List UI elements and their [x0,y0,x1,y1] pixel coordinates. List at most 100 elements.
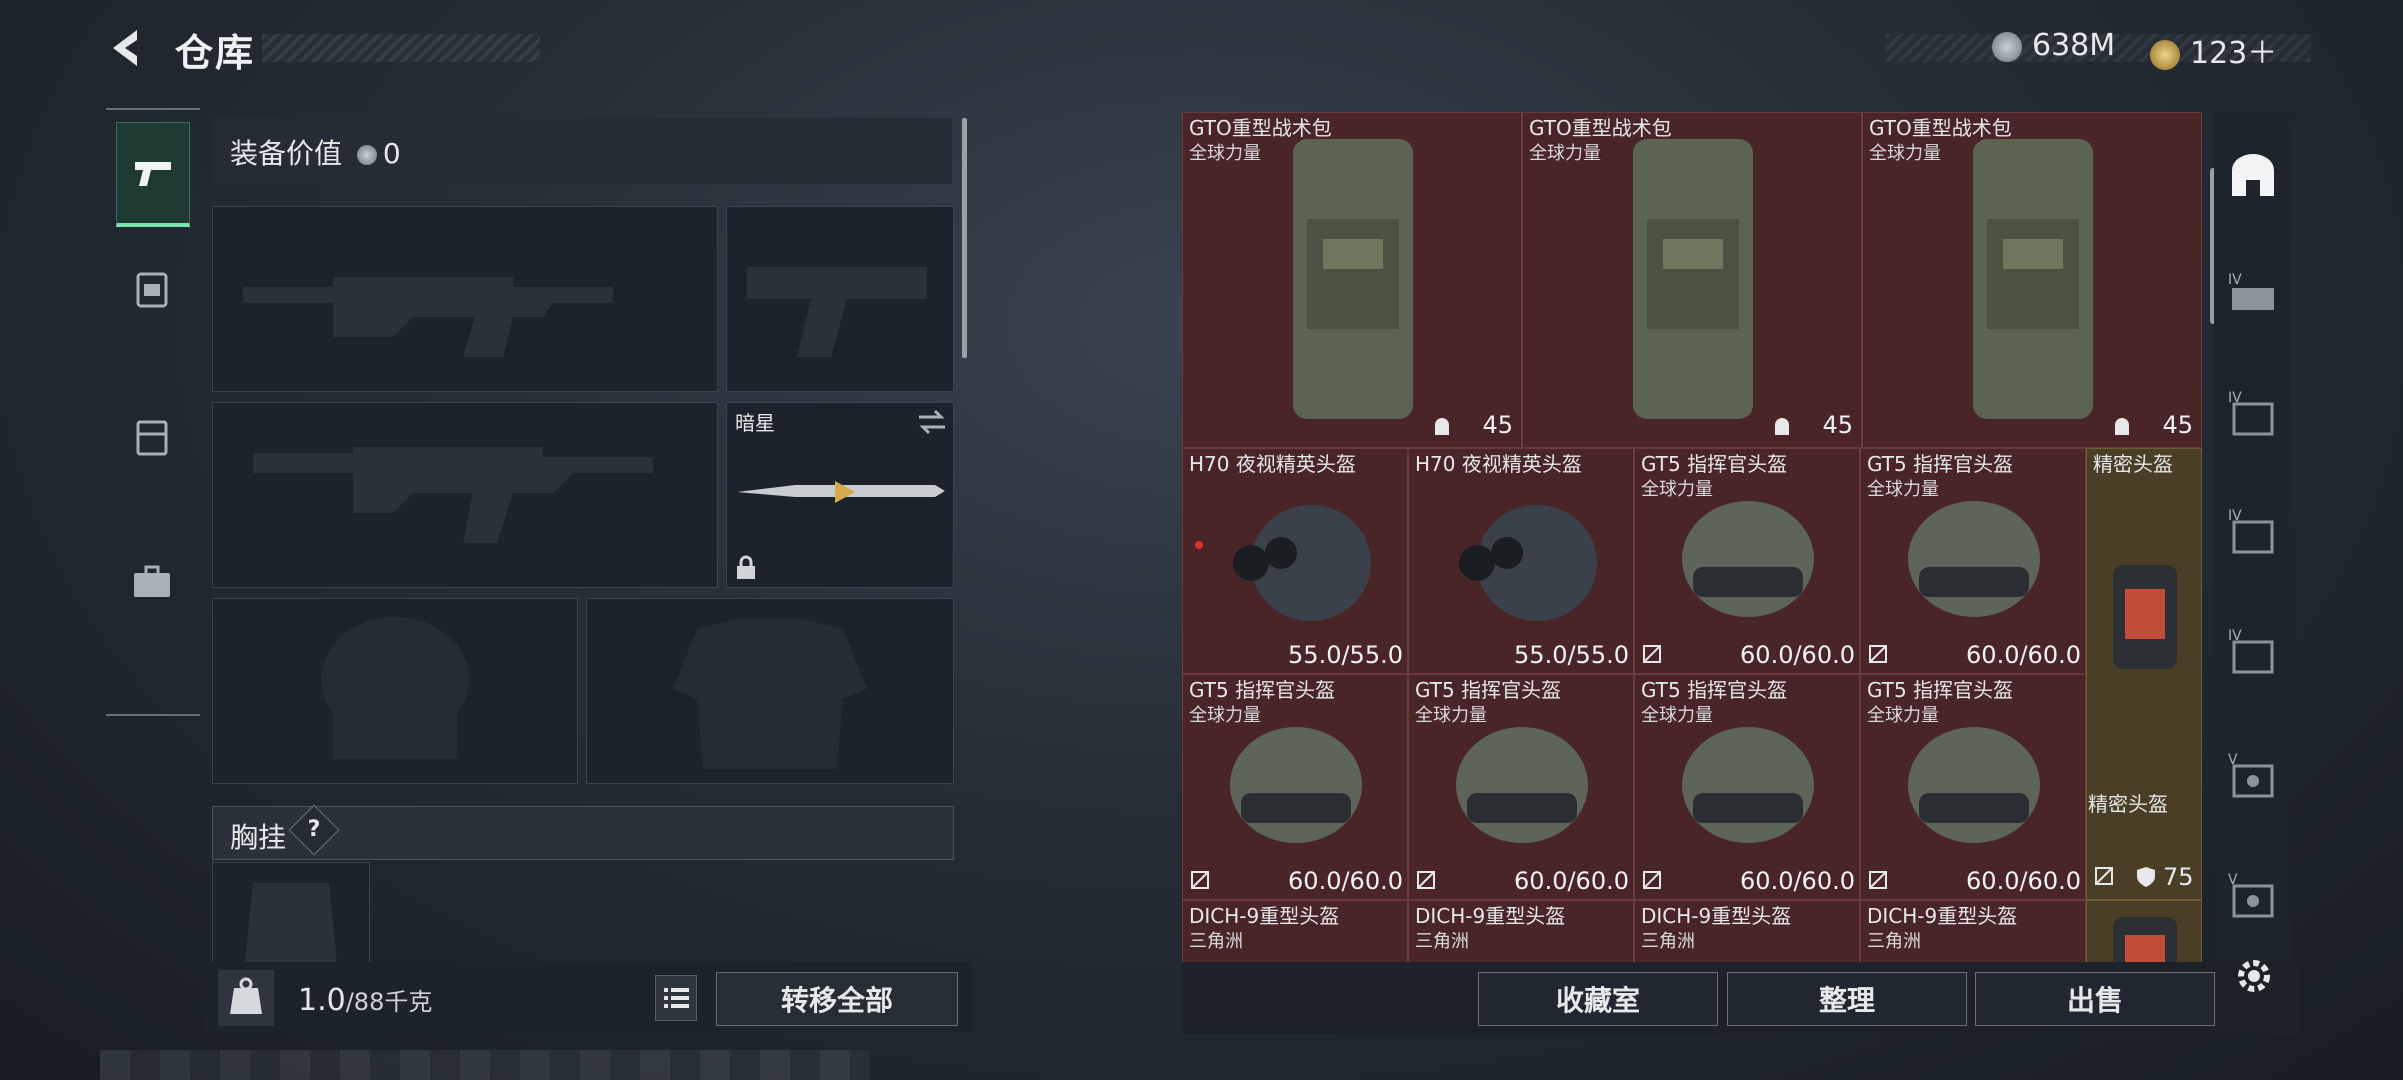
helmet-image-icon [1682,501,1814,617]
list-view-button[interactable] [655,975,697,1021]
secondary-weapon-slot[interactable] [726,206,954,392]
item-durability: 55.0/55.0 [1514,641,1629,669]
storage-item-backpack[interactable]: GTO重型战术包 全球力量 45 [1182,112,1522,448]
backpack-image-icon [1973,139,2093,419]
backpack-image-icon [1633,139,1753,419]
storage-item-backpack[interactable]: GTO重型战术包 全球力量 45 [1522,112,1862,448]
storage-item-helmet[interactable]: DICH-9重型头盔 三角洲 [1634,900,1860,964]
weight-icon [218,970,274,1026]
item-name: DICH-9重型头盔 [1189,904,1340,928]
melee-slot[interactable]: 暗星 [726,402,954,588]
nvg-helmet-image-icon [1459,505,1597,621]
item-faction: 全球力量 [1869,143,1941,164]
armor-slot[interactable] [586,598,954,784]
storage-item-helmet[interactable]: DICH-9重型头盔 三角洲 [1860,900,2086,964]
storage-tab-iv-2[interactable]: IV [2228,390,2278,440]
storage-item-helmet[interactable]: GT5 指挥官头盔 全球力量 60.0/60.0 [1860,448,2086,674]
item-durability: 60.0/60.0 [1966,867,2081,895]
item-name: DICH-9重型头盔 [1867,904,2018,928]
storage-tab-main[interactable] [2228,150,2278,200]
nvg-helmet-image-icon [1233,505,1371,621]
storage-tab-v-2[interactable]: V [2228,872,2278,922]
backpack-icon [136,272,168,308]
item-name: GT5 指挥官头盔 [1867,678,2014,702]
storage-item-helmet[interactable]: H70 夜视精英头盔 55.0/55.0 [1408,448,1634,674]
storage-tab-v-1[interactable]: V [2228,752,2278,802]
nav-tab-weapon[interactable] [116,122,190,227]
back-button[interactable] [105,26,145,70]
no-repair-icon [1643,871,1661,889]
item-capacity: 45 [1482,411,1513,439]
item-name: H70 夜视精英头盔 [1415,452,1582,476]
storage-item-backpack[interactable]: GTO重型战术包 全球力量 45 [1862,112,2202,448]
rifle-silhouette-icon [253,447,653,543]
nav-tab-rig[interactable] [116,386,188,486]
item-durability: 60.0/60.0 [1740,641,1855,669]
item-name: H70 夜视精英头盔 [1189,452,1356,476]
knife-icon [737,481,945,503]
transfer-all-button[interactable]: 转移全部 [716,972,958,1026]
settings-button[interactable] [2232,954,2276,998]
gold-currency[interactable]: 123＋ [2150,28,2277,72]
item-durability: 60.0/60.0 [1514,867,1629,895]
storage-item-helmet[interactable]: GT5 指挥官头盔 全球力量 60.0/60.0 [1408,674,1634,900]
rifle-silhouette-icon [243,277,613,357]
pistol-icon [135,162,171,186]
gold-coin-icon [2150,39,2180,70]
storage-tab-iv-4[interactable]: IV [2228,628,2278,678]
capacity-icon [2115,418,2129,435]
tab-level: V [2228,752,2238,768]
nav-tab-backpack[interactable] [116,238,188,338]
storage-tab-iv-1[interactable]: IV [2228,272,2278,322]
help-icon: ? [307,817,321,842]
tab-level: IV [2228,390,2242,406]
weight-current: 1.0 [298,983,346,1018]
primary-weapon-slot[interactable] [212,206,718,392]
gear-icon [2238,960,2270,992]
tab-level: IV [2228,272,2242,288]
item-durability: 60.0/60.0 [1966,641,2081,669]
no-repair-icon [1643,645,1661,663]
sell-button[interactable]: 出售 [1975,972,2215,1026]
value-coin-icon [356,145,377,165]
helmet-silhouette-icon [321,617,469,759]
collection-room-button[interactable]: 收藏室 [1478,972,1718,1026]
obscured-overlay [100,1050,870,1080]
chest-rig-label: 胸挂 [230,821,287,854]
item-name: GT5 指挥官头盔 [1641,678,1788,702]
rig-silhouette-icon [245,883,337,963]
melee-name: 暗星 [735,411,775,435]
loadout-scrollbar[interactable] [962,118,967,358]
storage-item-helmet[interactable]: GT5 指挥官头盔 全球力量 60.0/60.0 [1860,674,2086,900]
equipment-value: 装备价值 0 [230,132,401,172]
back-arrow-icon [113,30,137,66]
silver-amount: 638M [2032,28,2116,63]
storage-item-precision-helmet[interactable] [2086,900,2202,964]
primary-weapon-slot-2[interactable] [212,402,718,588]
helmet-image-icon [1682,727,1814,843]
weight-max: /88千克 [345,988,433,1016]
storage-item-helmet[interactable]: H70 夜视精英头盔 55.0/55.0 [1182,448,1408,674]
storage-item-helmet[interactable]: GT5 指挥官头盔 全球力量 60.0/60.0 [1634,448,1860,674]
item-durability: 55.0/55.0 [1288,641,1403,669]
storage-tab-iv-3[interactable]: IV [2228,508,2278,558]
storage-item-precision-helmet[interactable]: 精密头盔 75 [2086,448,2202,900]
no-repair-icon [2095,867,2113,885]
helmet-slot[interactable] [212,598,578,784]
helmet-image-icon [1456,727,1588,843]
chest-rig-slot[interactable] [212,862,370,964]
item-name: GT5 指挥官头盔 [1189,678,1336,702]
item-capacity: 45 [2162,411,2193,439]
tab-level: IV [2228,628,2242,644]
gold-amount: 123＋ [2190,36,2278,71]
swap-icon[interactable] [917,409,947,435]
item-armor-value: 75 [2163,863,2194,891]
storage-item-helmet[interactable]: DICH-9重型头盔 三角洲 [1182,900,1408,964]
sort-button[interactable]: 整理 [1727,972,1967,1026]
helmet-image-icon [1908,501,2040,617]
lock-icon [737,555,755,579]
storage-item-helmet[interactable]: GT5 指挥官头盔 全球力量 60.0/60.0 [1634,674,1860,900]
nav-tab-case[interactable] [116,532,188,632]
storage-item-helmet[interactable]: GT5 指挥官头盔 全球力量 60.0/60.0 [1182,674,1408,900]
storage-item-helmet[interactable]: DICH-9重型头盔 三角洲 [1408,900,1634,964]
